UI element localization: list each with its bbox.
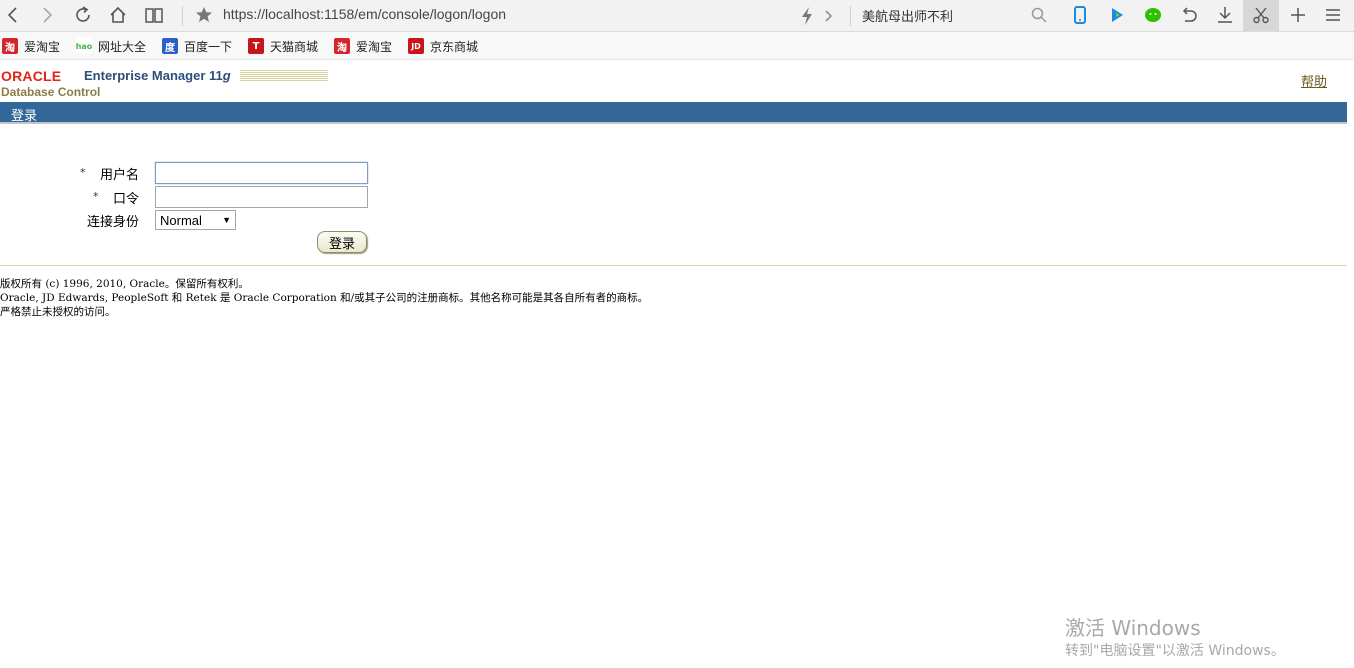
bookmark-label: 爱淘宝 — [356, 39, 393, 54]
baidu-icon: 度 — [162, 38, 178, 54]
forward-icon[interactable] — [34, 2, 60, 28]
tmall-icon: T — [248, 38, 264, 54]
lightning-icon[interactable] — [798, 6, 816, 29]
bookmark-label: 天猫商城 — [270, 39, 319, 54]
bookmark-item[interactable]: hao 网址大全 — [76, 37, 146, 55]
trademark-line: Oracle, JD Edwards, PeopleSoft 和 Retek 是… — [0, 292, 649, 304]
footer-divider — [0, 265, 1347, 266]
bookmark-item[interactable]: 淘 爱淘宝 — [334, 37, 392, 55]
page-title-bar: 登录 — [0, 102, 1347, 124]
bookmark-item[interactable]: 度 百度一下 — [162, 37, 232, 55]
taobao-icon: 淘 — [2, 38, 18, 54]
password-label: 口令 — [113, 192, 140, 207]
hao123-icon: hao — [76, 38, 92, 54]
product-subtitle: Database Control — [1, 85, 101, 99]
bookmark-label: 网址大全 — [98, 39, 147, 54]
windows-activation-subtitle: 转到"电脑设置"以激活 Windows。 — [1065, 643, 1285, 659]
unauthorized-access-line: 严格禁止未授权的访问。 — [0, 306, 116, 318]
search-separator — [850, 6, 851, 26]
product-version-suffix: g — [222, 68, 231, 83]
plus-icon[interactable] — [1285, 2, 1311, 28]
header-stripes-decoration — [240, 70, 328, 82]
undo-icon[interactable] — [1176, 2, 1202, 28]
bookmark-label: 百度一下 — [184, 39, 233, 54]
download-icon[interactable] — [1212, 2, 1238, 28]
connect-as-select[interactable]: Normal ▼ — [155, 210, 236, 230]
menu-icon[interactable] — [1320, 2, 1346, 28]
bookmark-item[interactable]: T 天猫商城 — [248, 37, 318, 55]
connect-as-value: Normal — [160, 212, 202, 228]
bookmark-label: 京东商城 — [430, 39, 479, 54]
username-label: 用户名 — [100, 168, 140, 183]
bookmark-label: 爱淘宝 — [24, 39, 61, 54]
bookmarks-bar: 淘 爱淘宝 hao 网址大全 度 百度一下 T 天猫商城 淘 爱淘宝 JD 京东… — [0, 32, 1354, 60]
play-icon[interactable] — [1104, 2, 1130, 28]
browser-toolbar: https://localhost:1158/em/console/logon/… — [0, 0, 1354, 32]
help-link[interactable]: 帮助 — [1301, 71, 1327, 90]
password-input[interactable] — [155, 186, 368, 208]
page-title: 登录 — [11, 109, 38, 124]
product-title: Enterprise Manager 11g — [84, 68, 231, 83]
connect-as-label: 连接身份 — [87, 215, 140, 230]
phone-icon[interactable] — [1067, 2, 1093, 28]
oracle-logo: ORACLE — [1, 68, 62, 84]
search-box[interactable]: 美航母出师不利 — [862, 6, 953, 25]
required-mark: * — [80, 166, 86, 179]
reader-icon[interactable] — [141, 2, 167, 28]
back-icon[interactable] — [0, 2, 26, 28]
chevron-right-icon[interactable] — [822, 6, 836, 29]
bookmark-item[interactable]: JD 京东商城 — [408, 37, 478, 55]
refresh-icon[interactable] — [70, 2, 96, 28]
product-name: Enterprise Manager 11 — [84, 68, 223, 83]
dropdown-arrow-icon: ▼ — [222, 215, 231, 225]
address-separator — [182, 6, 183, 26]
jd-icon: JD — [408, 38, 424, 54]
copyright-line: 版权所有 (c) 1996, 2010, Oracle。保留所有权利。 — [0, 278, 249, 290]
address-bar[interactable]: https://localhost:1158/em/console/logon/… — [223, 6, 506, 22]
taobao-icon: 淘 — [334, 38, 350, 54]
bookmark-item[interactable]: 淘 爱淘宝 — [2, 37, 60, 55]
scissors-icon[interactable] — [1248, 2, 1274, 28]
username-input[interactable] — [155, 162, 368, 184]
wechat-icon[interactable] — [1140, 2, 1166, 28]
home-icon[interactable] — [105, 2, 131, 28]
windows-activation-title: 激活 Windows — [1065, 616, 1201, 640]
search-icon[interactable] — [1030, 6, 1048, 27]
star-icon[interactable] — [194, 5, 214, 28]
required-mark: * — [93, 190, 99, 203]
login-button[interactable]: 登录 — [317, 231, 367, 253]
